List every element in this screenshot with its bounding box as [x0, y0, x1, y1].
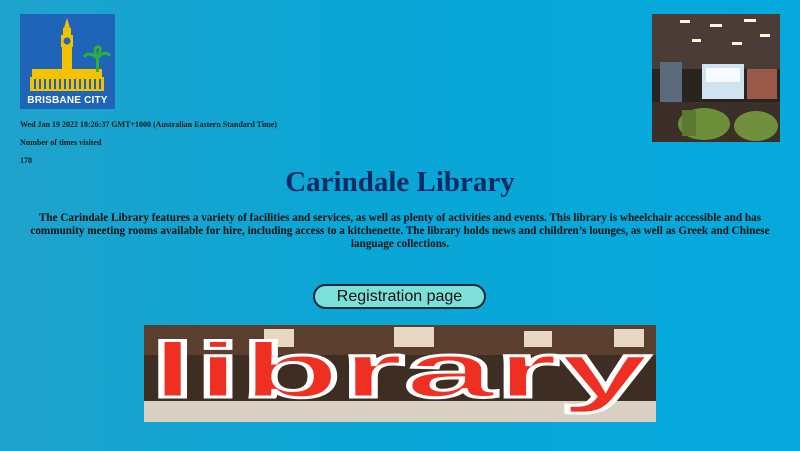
visits-count: 178 [20, 156, 32, 165]
banner-sign-text: library [150, 326, 650, 414]
library-interior-photo [652, 14, 780, 142]
library-description: The Carindale Library features a variety… [30, 212, 770, 250]
page-title: Carindale Library [285, 166, 515, 198]
visits-label: Number of times visited [20, 138, 102, 147]
registration-page-button[interactable]: Registration page [313, 284, 486, 309]
logo-text: BRISBANE CITY [27, 95, 108, 106]
timestamp: Wed Jan 19 2022 18:26:37 GMT+1000 (Austr… [20, 120, 277, 129]
library-sign-banner: library [144, 325, 656, 422]
brisbane-city-logo: BRISBANE CITY [20, 14, 115, 109]
